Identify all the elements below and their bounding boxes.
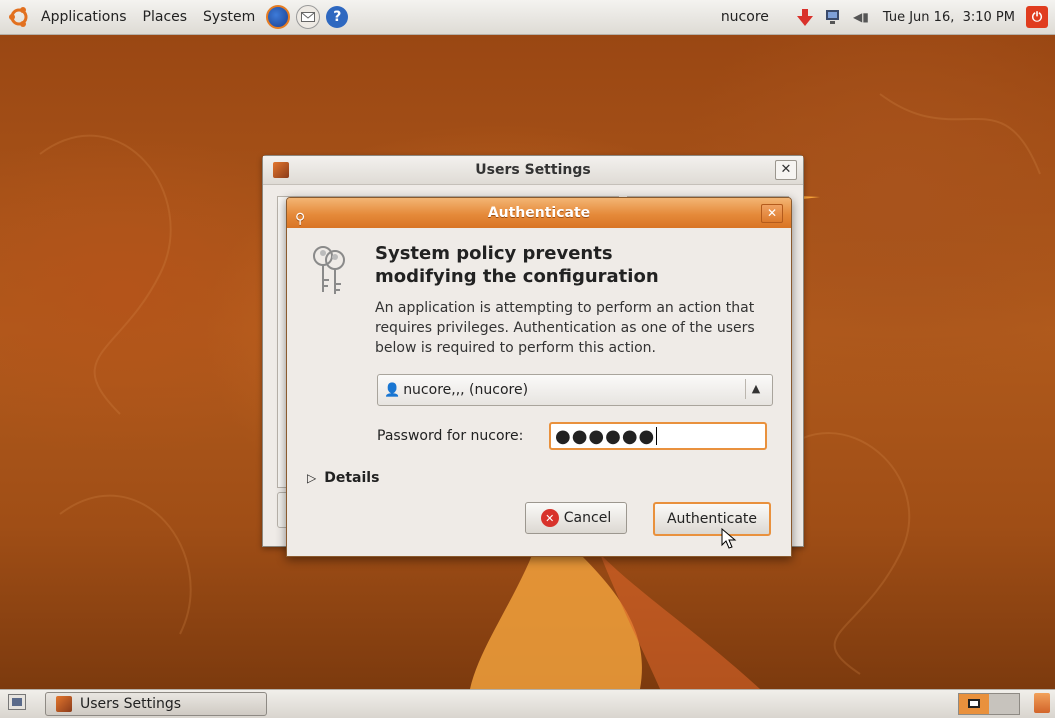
menu-system[interactable]: System bbox=[195, 9, 263, 25]
ubuntu-logo-icon[interactable] bbox=[8, 6, 30, 28]
auth-heading-line1: System policy prevents bbox=[375, 243, 613, 264]
authenticate-close-button[interactable]: ✕ bbox=[761, 204, 783, 223]
mouse-cursor-icon bbox=[721, 527, 737, 554]
menu-applications[interactable]: Applications bbox=[33, 9, 135, 25]
authenticate-dialog: ⚲ Authenticate ✕ System policy prevents … bbox=[286, 197, 792, 557]
authenticate-title: Authenticate bbox=[487, 205, 591, 221]
workspace-1[interactable] bbox=[959, 694, 989, 714]
users-settings-title: Users Settings bbox=[475, 162, 591, 178]
user-select-value: nucore,,, (nucore) bbox=[403, 382, 529, 398]
details-label: Details bbox=[324, 470, 380, 486]
firefox-icon[interactable] bbox=[266, 5, 291, 29]
volume-icon[interactable]: ◀▮ bbox=[850, 6, 872, 28]
update-notifier-icon[interactable] bbox=[794, 6, 816, 28]
trash-icon[interactable] bbox=[1034, 693, 1050, 713]
details-expander[interactable]: ▷ Details bbox=[307, 470, 379, 486]
mail-icon[interactable] bbox=[296, 5, 321, 29]
top-panel: Applications Places System ? nucore ◀▮ T… bbox=[0, 0, 1055, 35]
clock[interactable]: Tue Jun 16, 3:10 PM bbox=[875, 10, 1023, 25]
authenticate-label: Authenticate bbox=[666, 511, 758, 527]
menu-places[interactable]: Places bbox=[135, 9, 196, 25]
password-masked-value: ●●●●●● bbox=[555, 425, 656, 447]
show-desktop-icon[interactable] bbox=[8, 694, 26, 710]
password-label: Password for nucore: bbox=[377, 428, 524, 444]
authenticate-button[interactable]: Authenticate bbox=[653, 502, 771, 536]
keys-icon bbox=[309, 242, 349, 302]
auth-description: An application is attempting to perform … bbox=[375, 300, 755, 356]
expander-arrow-icon: ▷ bbox=[307, 471, 317, 485]
auth-heading-line2: modifying the configuration bbox=[375, 266, 659, 287]
power-icon[interactable]: ⏻ bbox=[1026, 6, 1048, 28]
text-caret bbox=[656, 427, 658, 445]
workspace-switcher[interactable] bbox=[958, 693, 1020, 715]
authenticate-titlebar: ⚲ Authenticate ✕ bbox=[287, 198, 791, 228]
help-icon[interactable]: ? bbox=[326, 6, 349, 28]
cancel-label: Cancel bbox=[563, 510, 612, 526]
users-settings-close-button[interactable]: ✕ bbox=[775, 160, 797, 180]
network-icon[interactable] bbox=[822, 6, 844, 28]
cancel-icon: ✕ bbox=[540, 509, 559, 527]
user-select[interactable]: 👤 nucore,,, (nucore) ▲ bbox=[377, 374, 773, 406]
users-settings-titlebar: Users Settings ✕ bbox=[263, 156, 803, 185]
taskbar-task-label: Users Settings bbox=[80, 696, 182, 712]
password-field[interactable]: ●●●●●● bbox=[549, 422, 767, 450]
taskbar-app-icon bbox=[56, 696, 72, 712]
cancel-button[interactable]: ✕ Cancel bbox=[525, 502, 627, 534]
user-icon: 👤 bbox=[384, 382, 401, 398]
combo-arrows-icon: ▲ bbox=[745, 379, 766, 399]
user-switcher[interactable]: nucore bbox=[713, 9, 777, 25]
auth-heading: System policy prevents modifying the con… bbox=[375, 242, 775, 288]
authenticate-key-icon: ⚲ bbox=[295, 211, 306, 227]
users-settings-app-icon bbox=[273, 162, 289, 178]
taskbar-users-settings[interactable]: Users Settings bbox=[45, 692, 267, 716]
bottom-panel: Users Settings bbox=[0, 689, 1055, 718]
